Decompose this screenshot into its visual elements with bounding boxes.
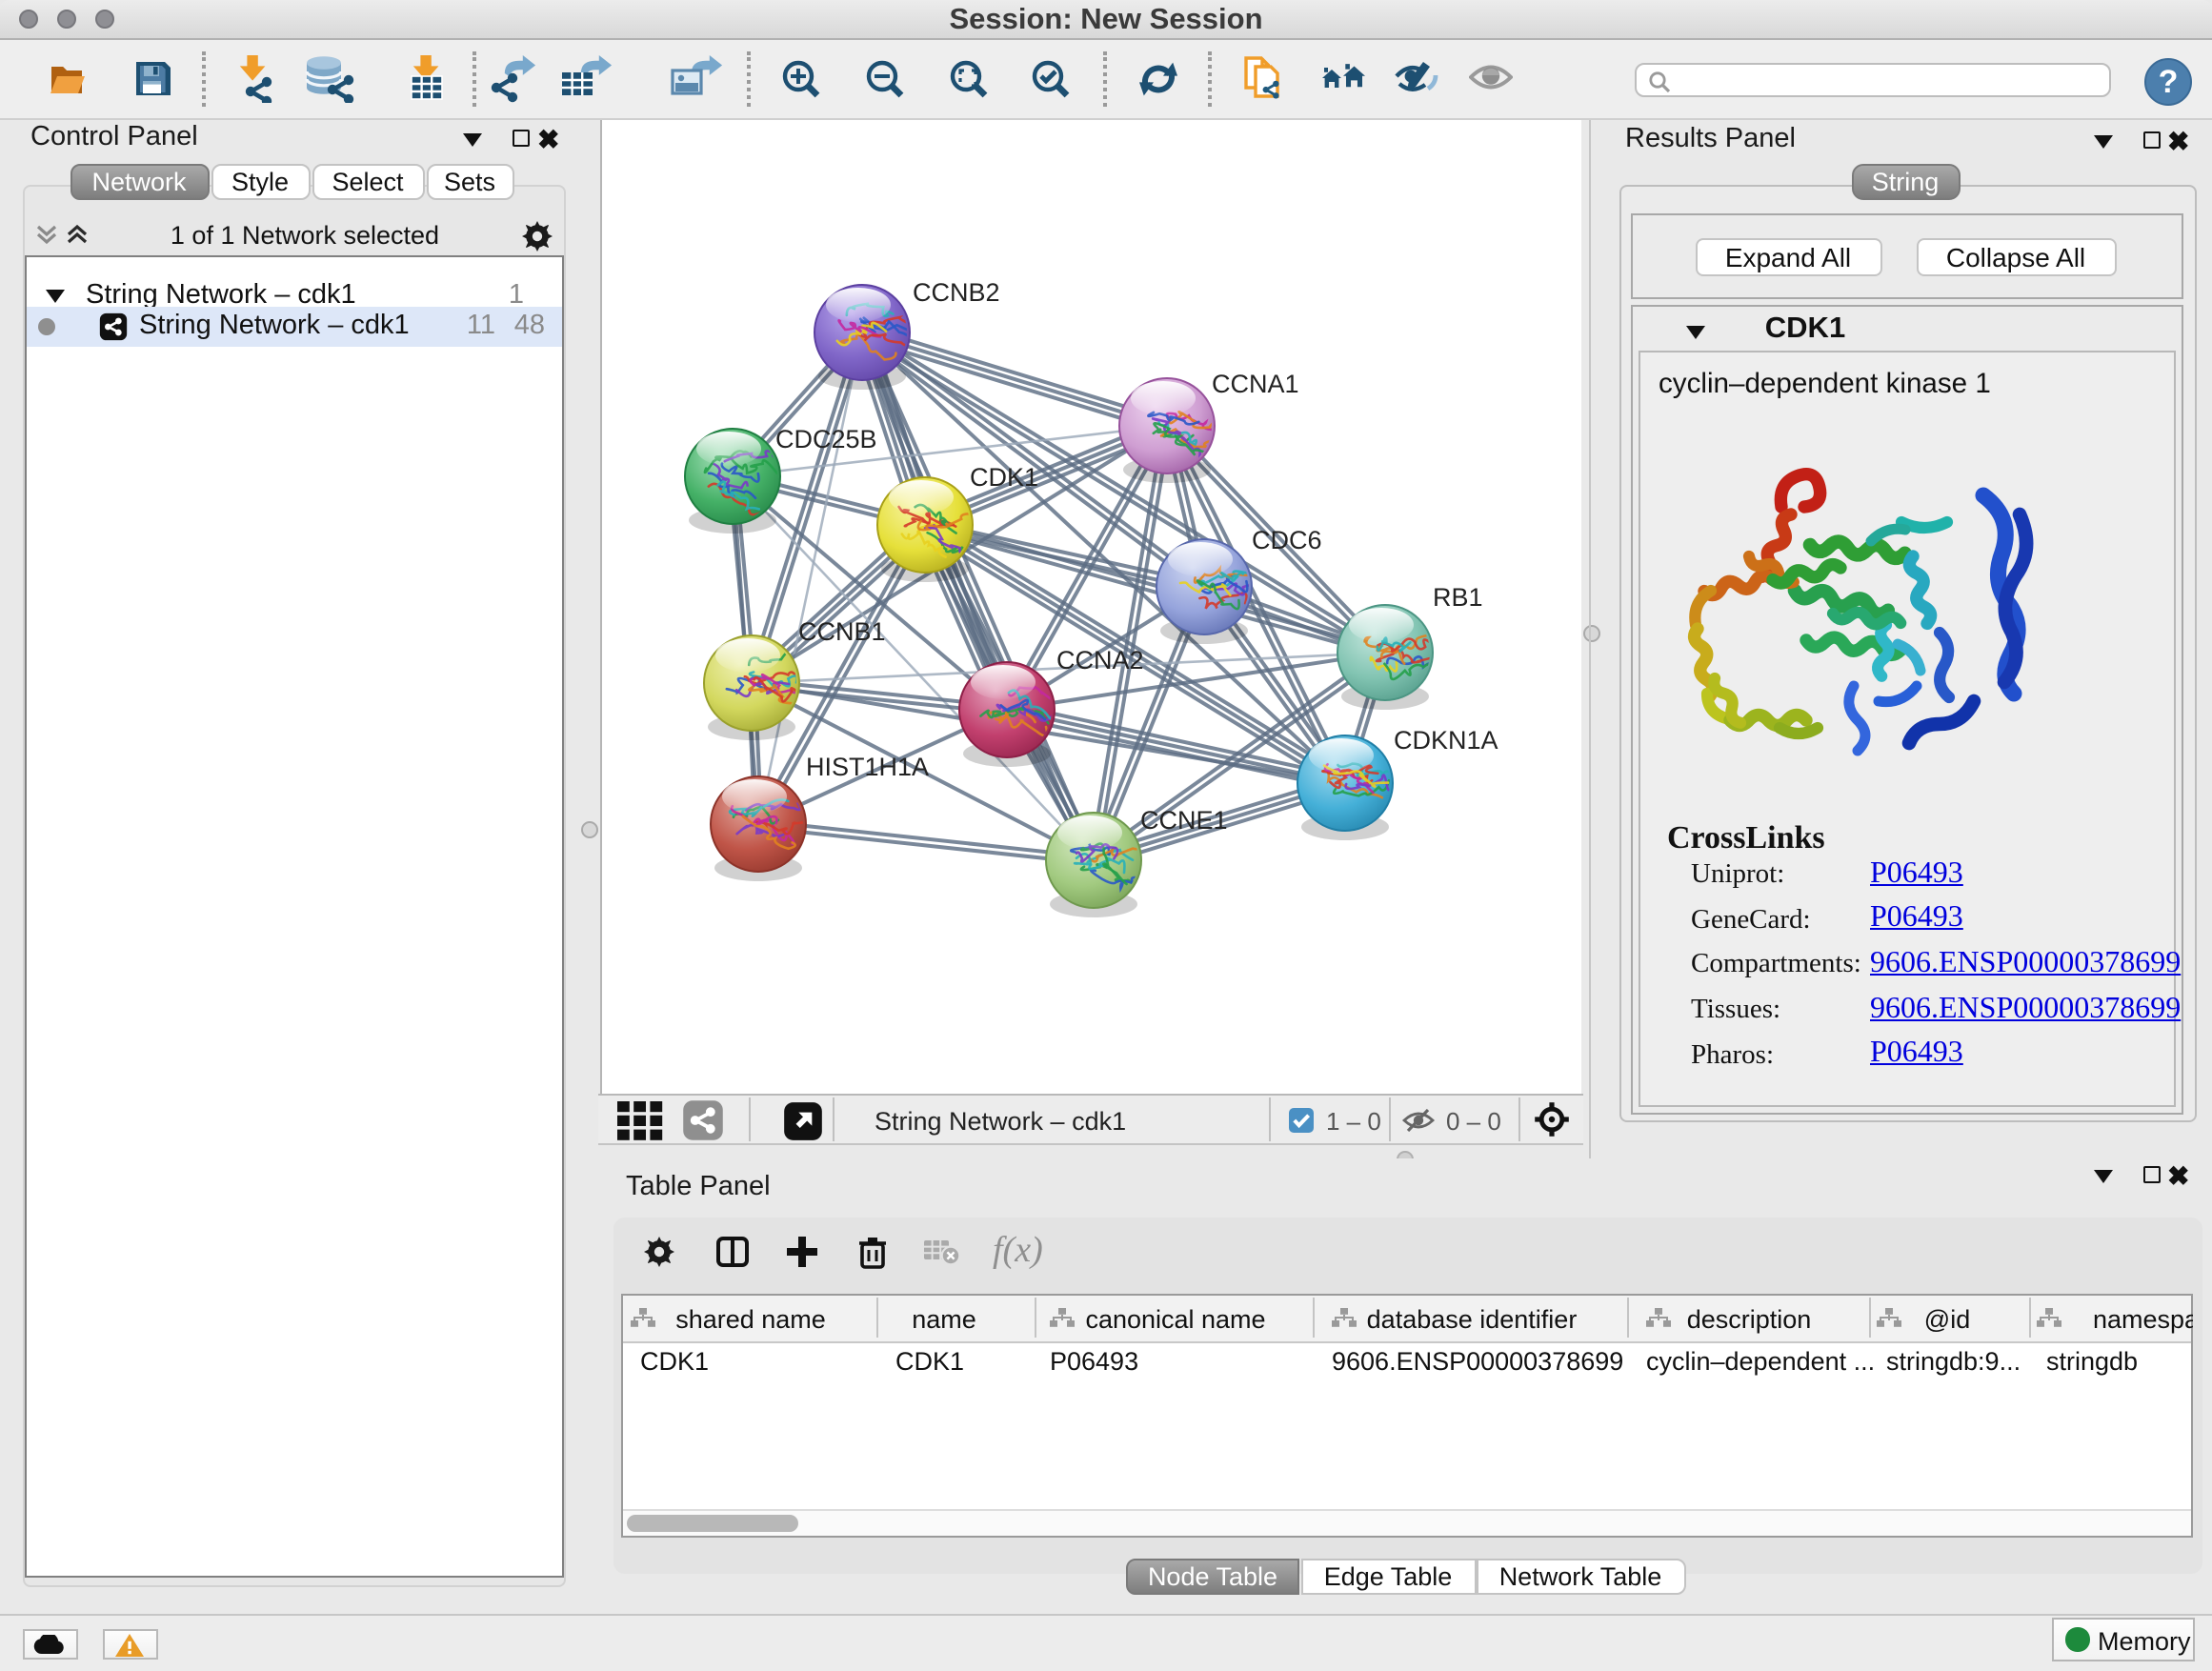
svg-text:?: ? bbox=[2159, 64, 2179, 100]
svg-text:CCNE1: CCNE1 bbox=[1140, 805, 1228, 834]
svg-text:CDK1: CDK1 bbox=[970, 462, 1038, 491]
svg-text:CCNA2: CCNA2 bbox=[1056, 645, 1144, 674]
svg-text:RB1: RB1 bbox=[1433, 582, 1483, 611]
svg-text:CCNB2: CCNB2 bbox=[913, 277, 1000, 306]
svg-text:HIST1H1A: HIST1H1A bbox=[806, 752, 929, 780]
svg-text:CDC25B: CDC25B bbox=[775, 424, 877, 453]
svg-text:CCNA1: CCNA1 bbox=[1212, 369, 1299, 397]
svg-text:CDC6: CDC6 bbox=[1252, 525, 1322, 554]
svg-text:CCNB1: CCNB1 bbox=[798, 616, 886, 645]
svg-text:CDKN1A: CDKN1A bbox=[1394, 725, 1498, 754]
